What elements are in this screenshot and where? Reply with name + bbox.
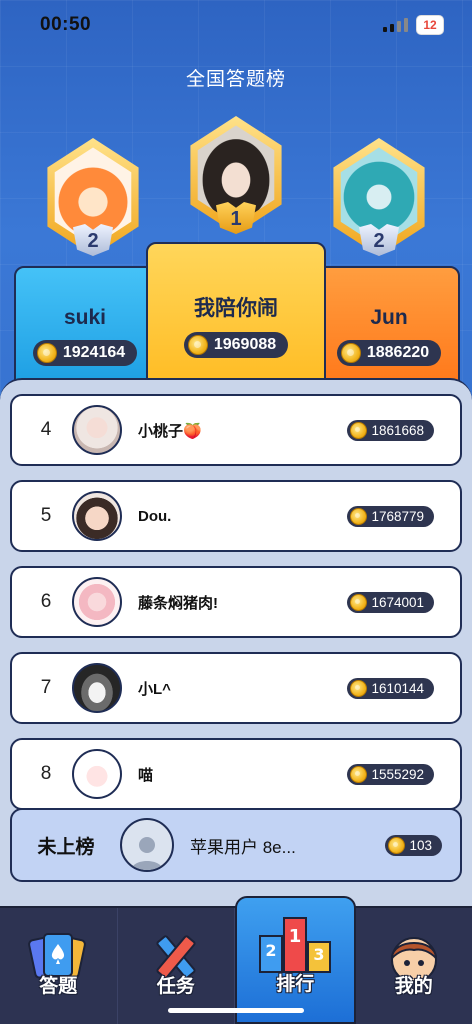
my-rank-row[interactable]: 未上榜 苹果用户 8e... 103 bbox=[10, 808, 462, 882]
home-indicator bbox=[168, 1008, 304, 1013]
status-bar: 00:50 12 bbox=[0, 0, 472, 50]
podium-name: Jun bbox=[370, 306, 408, 329]
score-pill: 1969088 bbox=[183, 332, 289, 358]
my-name: 苹果用户 8e... bbox=[190, 837, 296, 857]
coin-icon bbox=[36, 343, 57, 363]
my-score: 103 bbox=[409, 837, 432, 853]
coin-icon bbox=[350, 679, 368, 697]
list-item-name: 喵 bbox=[138, 766, 154, 784]
podium-first[interactable]: 我陪你闹 1969088 bbox=[146, 242, 326, 382]
score-pill: 1674001 bbox=[347, 591, 434, 613]
list-item-name: Dou. bbox=[138, 507, 172, 525]
podium-name: suki bbox=[63, 306, 107, 329]
podium-right[interactable]: Jun 1886220 bbox=[318, 266, 460, 382]
podium-score: 1886220 bbox=[366, 344, 430, 361]
list-item[interactable]: 4 小桃子🍑 1861668 bbox=[10, 394, 462, 466]
tab-label: 任务 bbox=[156, 976, 195, 997]
avatar bbox=[72, 749, 122, 799]
svg-text:2: 2 bbox=[266, 941, 277, 960]
tab-bar: 答题 任务 2 1 3 排行 我的 bbox=[0, 896, 472, 1024]
podium-avatar-second-left[interactable]: 2 bbox=[40, 138, 146, 256]
podium-avatar-second-right[interactable]: 2 bbox=[326, 138, 432, 256]
tab-label: 排行 bbox=[276, 974, 315, 995]
list-item-score: 1768779 bbox=[371, 508, 424, 524]
rank-number: 4 bbox=[40, 419, 52, 440]
tab-profile[interactable]: 我的 bbox=[356, 908, 472, 1024]
list-item-score: 1674001 bbox=[371, 594, 424, 610]
rank-number: 7 bbox=[40, 677, 52, 698]
signal-icon bbox=[383, 18, 408, 32]
coin-icon bbox=[350, 593, 368, 611]
list-item[interactable]: 6 藤条焖猪肉! 1674001 bbox=[10, 566, 462, 638]
list-item-name: 小桃子🍑 bbox=[138, 422, 202, 440]
avatar bbox=[72, 491, 122, 541]
coin-icon bbox=[350, 507, 368, 525]
my-rank-label: 未上榜 bbox=[37, 836, 95, 858]
list-item[interactable]: 5 Dou. 1768779 bbox=[10, 480, 462, 552]
score-pill: 1861668 bbox=[347, 419, 434, 441]
tab-ranking[interactable]: 2 1 3 排行 bbox=[235, 896, 356, 1024]
list-item-score: 1610144 bbox=[371, 680, 424, 696]
coin-icon bbox=[340, 343, 361, 363]
score-pill: 1886220 bbox=[336, 340, 442, 366]
score-pill: 1555292 bbox=[347, 763, 434, 785]
coin-icon bbox=[350, 421, 368, 439]
tab-label: 答题 bbox=[39, 976, 78, 997]
podium-score: 1924164 bbox=[62, 344, 126, 361]
rank-number: 8 bbox=[40, 763, 52, 784]
avatar bbox=[72, 663, 122, 713]
podium-score: 1969088 bbox=[213, 336, 277, 353]
podium-second-left[interactable]: suki 1924164 bbox=[14, 266, 156, 382]
coin-icon bbox=[388, 836, 406, 854]
rank-number: 6 bbox=[40, 591, 52, 612]
default-avatar-icon bbox=[120, 818, 174, 872]
tab-tasks[interactable]: 任务 bbox=[118, 908, 235, 1024]
page-title: 全国答题榜 bbox=[185, 69, 286, 90]
tab-label: 我的 bbox=[394, 976, 433, 997]
list-item-name: 藤条焖猪肉! bbox=[138, 594, 218, 612]
status-right: 12 bbox=[383, 15, 444, 35]
list-item[interactable]: 8 喵 1555292 bbox=[10, 738, 462, 810]
avatar bbox=[72, 577, 122, 627]
list-item[interactable]: 7 小L^ 1610144 bbox=[10, 652, 462, 724]
score-pill: 103 bbox=[385, 834, 442, 856]
coin-icon bbox=[350, 765, 368, 783]
avatar bbox=[72, 405, 122, 455]
coin-icon bbox=[187, 335, 208, 355]
score-pill: 1610144 bbox=[347, 677, 434, 699]
list-item-score: 1555292 bbox=[371, 766, 424, 782]
list-item-name: 小L^ bbox=[138, 680, 171, 698]
score-pill: 1768779 bbox=[347, 505, 434, 527]
status-time: 00:50 bbox=[40, 14, 92, 35]
podium-avatar-first[interactable]: 1 bbox=[183, 116, 289, 234]
list-item-score: 1861668 bbox=[371, 422, 424, 438]
battery-indicator: 12 bbox=[416, 15, 444, 35]
rank-number: 5 bbox=[40, 505, 52, 526]
score-pill: 1924164 bbox=[32, 340, 138, 366]
svg-text:3: 3 bbox=[314, 945, 325, 964]
podium-name: 我陪你闹 bbox=[194, 297, 278, 320]
svg-text:1: 1 bbox=[289, 926, 302, 947]
tab-answer[interactable]: 答题 bbox=[0, 908, 118, 1024]
